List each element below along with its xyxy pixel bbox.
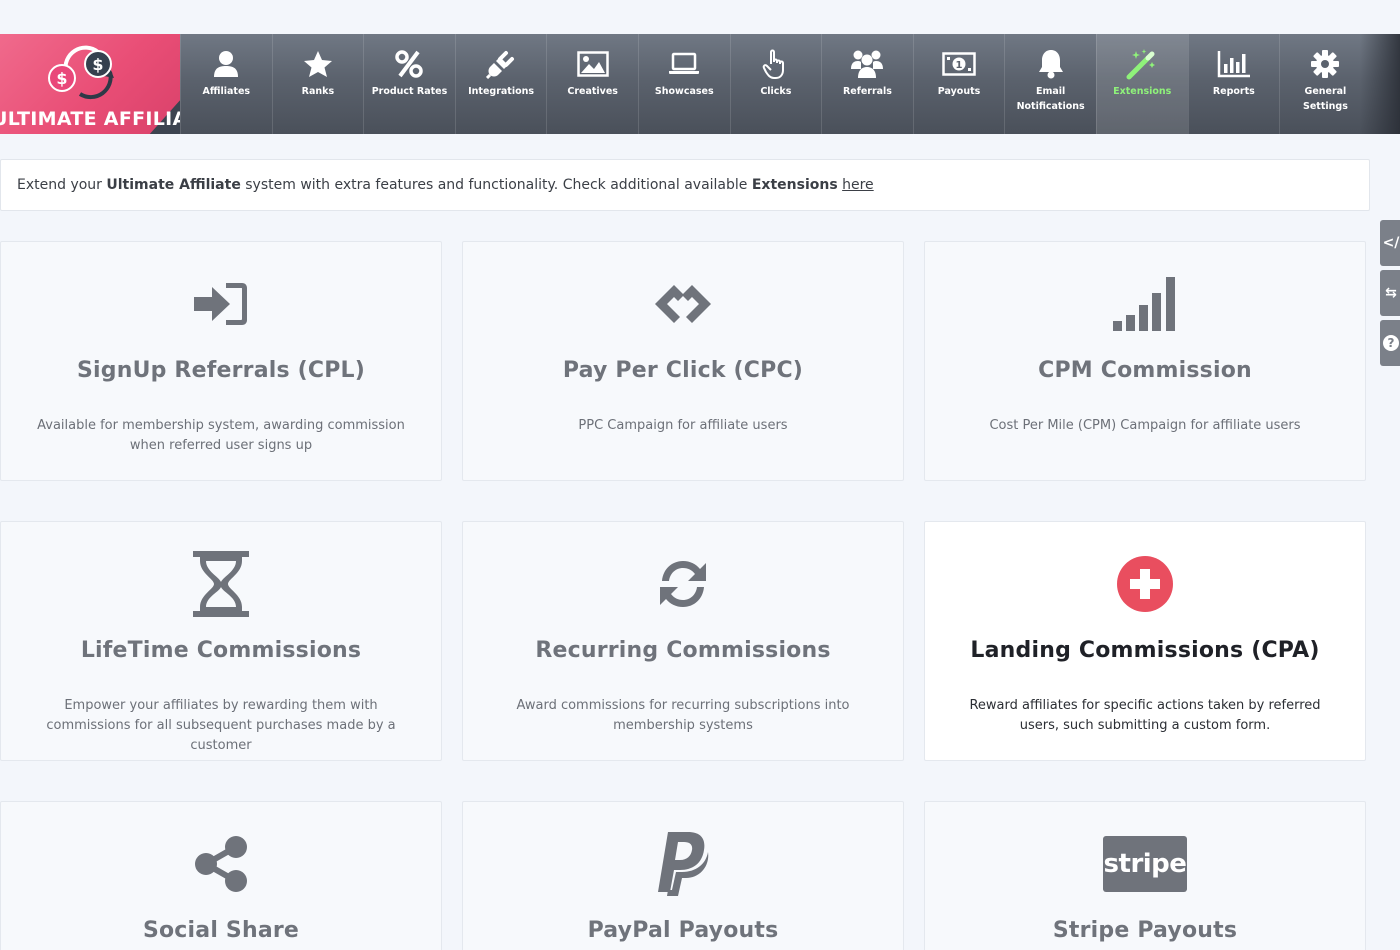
nav-label: Extensions [1113,86,1172,97]
plug-icon [486,48,516,80]
card-description: Reward affiliates for specific actions t… [969,698,1321,733]
refresh-icon [463,554,903,614]
image-icon [576,48,609,80]
extensions-info-bar: Extend your Ultimate Affiliate system wi… [0,159,1370,211]
card-title: PayPal Payouts [587,918,779,943]
code-tab[interactable]: </ [1380,220,1400,266]
card-title: SignUp Referrals (CPL) [76,358,366,383]
nav-creatives[interactable]: Creatives [546,34,638,134]
help-tab[interactable]: ? [1380,320,1400,366]
pointer-hand-icon [762,48,790,80]
nav-product-rates[interactable]: Product Rates [363,34,455,134]
money-bill-icon: 1 [942,48,976,80]
stripe-icon: stripe [925,834,1365,894]
nav-label: Product Rates [371,86,448,97]
extension-card-signup-referrals[interactable]: SignUp Referrals (CPL) Available for mem… [0,241,442,481]
card-description: Award commissions for recurring subscrip… [516,698,850,733]
info-text-middle: system with extra features and functiona… [240,177,752,193]
nav-integrations[interactable]: Integrations [454,34,547,134]
extension-card-stripe-payouts[interactable]: stripe Stripe Payouts [924,801,1366,950]
card-title: Landing Commissions (CPA) [970,638,1320,663]
card-description: Cost Per Mile (CPM) Campaign for affilia… [989,418,1301,433]
plus-circle-icon [925,554,1365,614]
extension-card-social-share[interactable]: Social Share [0,801,442,950]
extension-card-landing-commissions[interactable]: Landing Commissions (CPA) Reward affilia… [924,521,1366,761]
hourglass-icon [1,551,441,617]
nav-general-settings[interactable]: General Settings [1279,34,1371,134]
info-text-prefix: Extend your [17,177,107,193]
nav-label: Showcases [654,86,714,97]
exchange-tab[interactable]: ⇆ [1380,270,1400,316]
info-extensions: Extensions [751,177,838,193]
nav-reports[interactable]: Reports [1187,34,1280,134]
card-title: CPM Commission [1038,358,1252,383]
extension-card-cpm-commission[interactable]: CPM Commission Cost Per Mile (CPM) Campa… [924,241,1366,481]
logo-coin-pink: $ [48,64,76,92]
logo-coin-dark: $ [84,50,112,78]
share-icon [1,834,441,894]
nav-referrals[interactable]: Referrals [821,34,913,134]
nav-label: Affiliates [202,86,251,97]
card-description: Available for membership system, awardin… [37,418,405,453]
nav-extensions[interactable]: Extensions [1095,34,1188,134]
card-title: Stripe Payouts [1052,918,1238,943]
extension-card-paypal-payouts[interactable]: PayPal Payouts [462,801,904,950]
info-brand: Ultimate Affiliate [106,177,241,193]
nav-label: Integrations [468,86,535,97]
percent-icon [395,48,424,80]
nav-showcases[interactable]: Showcases [637,34,730,134]
question-icon: ? [1383,335,1399,351]
nav-label: Creatives [567,86,618,97]
nav-payouts[interactable]: 1 Payouts [912,34,1005,134]
laptop-icon [668,48,700,80]
exchange-icon: ⇆ [1385,285,1397,301]
paypal-icon [463,832,903,896]
nav-label: Payouts [937,86,981,97]
card-description: Empower your affiliates by rewarding the… [46,698,396,753]
extension-card-pay-per-click[interactable]: Pay Per Click (CPC) PPC Campaign for aff… [462,241,904,481]
gg-logo-icon [463,274,903,334]
extensions-here-link[interactable]: here [842,177,874,193]
nav-label: Ranks [301,86,335,97]
nav-label: Referrals [842,86,892,97]
svg-text:1: 1 [956,60,963,71]
nav-label: General Settings [1303,86,1348,112]
magic-wand-icon [1126,48,1158,80]
user-icon [213,48,239,80]
sign-in-icon [1,274,441,334]
logo-text: ULTIMATE AFFILIATE [0,108,180,130]
star-icon [303,48,333,80]
card-title: Social Share [142,918,300,943]
nav-clicks[interactable]: Clicks [729,34,822,134]
bell-icon [1037,48,1065,80]
users-icon [850,48,884,80]
nav-email-notifications[interactable]: Email Notifications [1004,34,1096,134]
nav-label: Clicks [760,86,792,97]
signal-bars-icon [925,274,1365,334]
top-navigation: $ $ ULTIMATE AFFILIATE Affiliates Ranks … [0,34,1400,134]
nav-label: Email Notifications [1016,86,1085,112]
nav-ranks[interactable]: Ranks [271,34,364,134]
extension-card-lifetime-commissions[interactable]: LifeTime Commissions Empower your affili… [0,521,442,761]
gear-icon [1310,48,1340,80]
stripe-logo-text: stripe [1103,836,1187,892]
nav-label: Reports [1212,86,1255,97]
bar-chart-icon [1217,48,1251,80]
card-title: Pay Per Click (CPC) [562,358,804,383]
code-icon: </ [1382,235,1400,251]
nav-affiliates[interactable]: Affiliates [180,34,272,134]
card-title: LifeTime Commissions [80,638,362,663]
extension-card-recurring-commissions[interactable]: Recurring Commissions Award commissions … [462,521,904,761]
ultimate-affiliate-logo[interactable]: $ $ ULTIMATE AFFILIATE [0,34,180,134]
card-description: PPC Campaign for affiliate users [578,418,788,433]
card-title: Recurring Commissions [535,638,831,663]
